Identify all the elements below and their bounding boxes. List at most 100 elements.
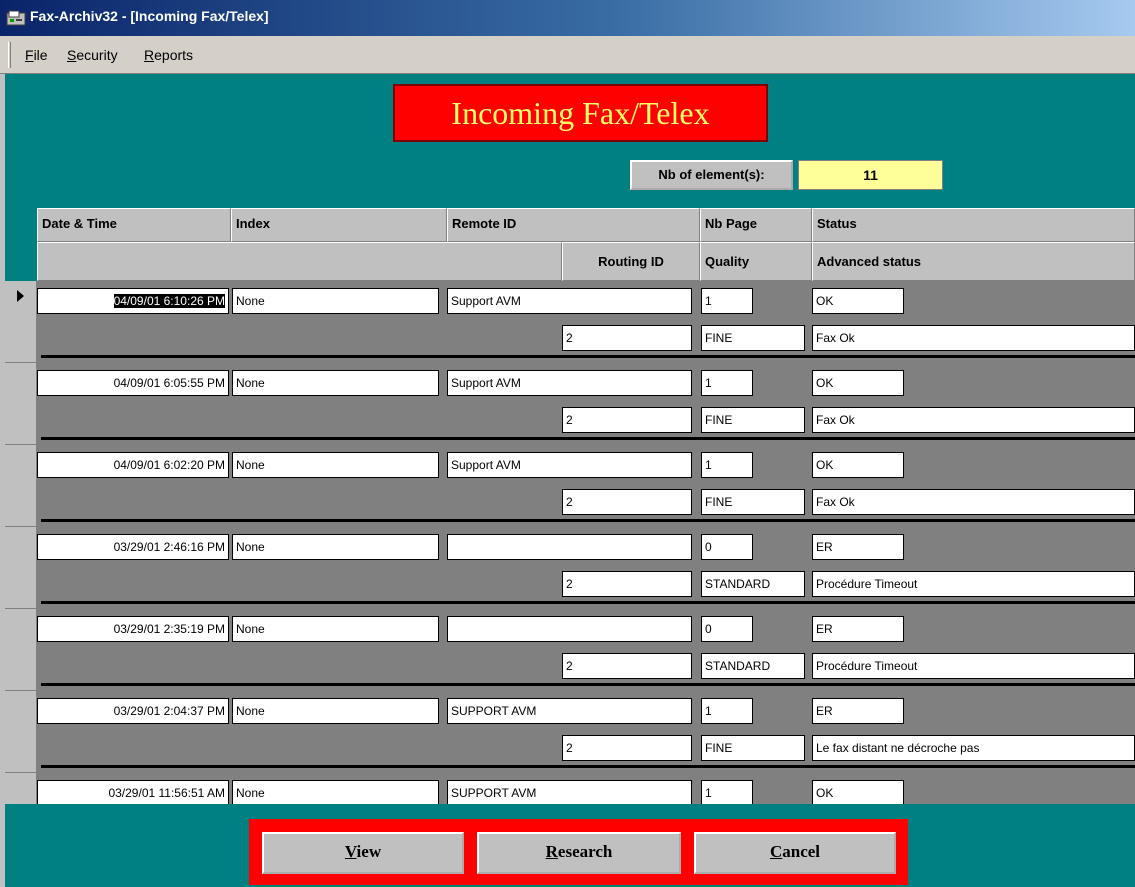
- quality-field[interactable]: FINE: [701, 489, 805, 515]
- record-selector[interactable]: [5, 609, 37, 691]
- header-status: Status: [812, 208, 1135, 242]
- title-bar: Fax-Archiv32 - [Incoming Fax/Telex]: [0, 0, 1135, 36]
- date-time-field[interactable]: 04/09/01 6:10:26 PM: [37, 288, 229, 314]
- record-separator: [41, 519, 1135, 522]
- button-bar: View Research Cancel: [249, 819, 908, 885]
- nb-page-field[interactable]: 1: [701, 452, 753, 478]
- record-selector-column: [5, 281, 37, 804]
- current-record-arrow-icon: [17, 290, 24, 302]
- record-row: 03/29/01 2:35:19 PM None 0 ER 2 STANDARD Procé…: [37, 609, 1135, 691]
- header-remote-id: Remote ID: [447, 208, 700, 242]
- nb-page-field[interactable]: 1: [701, 288, 753, 314]
- remote-id-field[interactable]: Support AVM: [447, 452, 692, 478]
- date-time-value: 03/29/01 2:35:19 PM: [113, 622, 225, 636]
- quality-field[interactable]: FINE: [701, 325, 805, 351]
- advanced-status-field[interactable]: Le fax distant ne décroche pas: [812, 735, 1135, 761]
- advanced-status-field[interactable]: Fax Ok: [812, 489, 1135, 515]
- index-field[interactable]: None: [232, 534, 439, 560]
- remote-id-field[interactable]: Support AVM: [447, 370, 692, 396]
- routing-id-field[interactable]: 2: [562, 407, 692, 433]
- status-field[interactable]: OK: [812, 780, 904, 804]
- advanced-status-field[interactable]: Fax Ok: [812, 407, 1135, 433]
- status-field[interactable]: OK: [812, 370, 904, 396]
- header-spacer: [37, 242, 562, 281]
- count-value: 11: [798, 160, 943, 190]
- routing-id-field[interactable]: 2: [562, 653, 692, 679]
- date-time-value: 03/29/01 11:56:51 AM: [108, 786, 225, 800]
- column-headers: Date & Time Index Remote ID Nb Page Stat…: [37, 208, 1135, 281]
- record-row: 04/09/01 6:02:20 PM None Support AVM 1 OK 2 FI…: [37, 445, 1135, 527]
- record-separator: [41, 683, 1135, 686]
- index-field[interactable]: None: [232, 452, 439, 478]
- quality-field[interactable]: FINE: [701, 735, 805, 761]
- date-time-field[interactable]: 03/29/01 2:04:37 PM: [37, 698, 229, 724]
- menu-reports[interactable]: Reports: [144, 47, 193, 63]
- index-field[interactable]: None: [232, 616, 439, 642]
- routing-id-field[interactable]: 2: [562, 325, 692, 351]
- date-time-value: 04/09/01 6:05:55 PM: [113, 376, 225, 390]
- window-title: Fax-Archiv32 - [Incoming Fax/Telex]: [30, 8, 269, 24]
- index-field[interactable]: None: [232, 698, 439, 724]
- date-time-field[interactable]: 03/29/01 2:35:19 PM: [37, 616, 229, 642]
- record-separator: [41, 601, 1135, 604]
- header-advanced-status: Advanced status: [812, 242, 1135, 281]
- nb-page-field[interactable]: 1: [701, 370, 753, 396]
- date-time-field[interactable]: 03/29/01 11:56:51 AM: [37, 780, 229, 804]
- date-time-field[interactable]: 03/29/01 2:46:16 PM: [37, 534, 229, 560]
- record-selector[interactable]: [5, 281, 37, 363]
- cancel-button[interactable]: Cancel: [694, 832, 896, 874]
- header-index: Index: [231, 208, 447, 242]
- record-row: 03/29/01 11:56:51 AM None SUPPORT AVM 1 OK: [37, 773, 1135, 804]
- record-separator: [41, 437, 1135, 440]
- remote-id-field[interactable]: SUPPORT AVM: [447, 698, 692, 724]
- nb-page-field[interactable]: 1: [701, 780, 753, 804]
- view-button[interactable]: View: [262, 832, 464, 874]
- date-time-value: 03/29/01 2:46:16 PM: [113, 540, 225, 554]
- menu-security[interactable]: Security: [67, 47, 118, 63]
- record-selector[interactable]: [5, 691, 37, 773]
- status-field[interactable]: ER: [812, 616, 904, 642]
- status-field[interactable]: ER: [812, 698, 904, 724]
- menu-grip: [8, 42, 11, 68]
- remote-id-field[interactable]: Support AVM: [447, 288, 692, 314]
- record-row: 04/09/01 6:05:55 PM None Support AVM 1 OK 2 FI…: [37, 363, 1135, 445]
- menu-bar: File Security Reports: [0, 36, 1135, 74]
- remote-id-field[interactable]: [447, 534, 692, 560]
- quality-field[interactable]: STANDARD: [701, 653, 805, 679]
- menu-file[interactable]: File: [25, 47, 48, 63]
- status-field[interactable]: OK: [812, 452, 904, 478]
- advanced-status-field[interactable]: Fax Ok: [812, 325, 1135, 351]
- advanced-status-field[interactable]: Procédure Timeout: [812, 571, 1135, 597]
- record-selector[interactable]: [5, 527, 37, 609]
- record-row: 03/29/01 2:46:16 PM None 0 ER 2 STANDARD Procé…: [37, 527, 1135, 609]
- remote-id-field[interactable]: [447, 616, 692, 642]
- index-field[interactable]: None: [232, 288, 439, 314]
- advanced-status-field[interactable]: Procédure Timeout: [812, 653, 1135, 679]
- index-field[interactable]: None: [232, 370, 439, 396]
- nb-page-field[interactable]: 0: [701, 616, 753, 642]
- date-time-value: 04/09/01 6:10:26 PM: [113, 294, 225, 308]
- record-separator: [41, 355, 1135, 358]
- record-selector[interactable]: [5, 445, 37, 527]
- record-row: 04/09/01 6:10:26 PM None Support AVM 1 OK 2 FI…: [37, 281, 1135, 363]
- nb-page-field[interactable]: 0: [701, 534, 753, 560]
- fax-app-icon: [6, 10, 26, 26]
- status-field[interactable]: ER: [812, 534, 904, 560]
- header-date-time: Date & Time: [37, 208, 231, 242]
- routing-id-field[interactable]: 2: [562, 735, 692, 761]
- routing-id-field[interactable]: 2: [562, 489, 692, 515]
- date-time-field[interactable]: 04/09/01 6:05:55 PM: [37, 370, 229, 396]
- record-selector[interactable]: [5, 363, 37, 445]
- header-routing-id: Routing ID: [562, 242, 700, 281]
- quality-field[interactable]: FINE: [701, 407, 805, 433]
- record-selector[interactable]: [5, 773, 37, 804]
- header-quality: Quality: [700, 242, 812, 281]
- research-button[interactable]: Research: [477, 832, 681, 874]
- remote-id-field[interactable]: SUPPORT AVM: [447, 780, 692, 804]
- quality-field[interactable]: STANDARD: [701, 571, 805, 597]
- nb-page-field[interactable]: 1: [701, 698, 753, 724]
- routing-id-field[interactable]: 2: [562, 571, 692, 597]
- status-field[interactable]: OK: [812, 288, 904, 314]
- index-field[interactable]: None: [232, 780, 439, 804]
- date-time-field[interactable]: 04/09/01 6:02:20 PM: [37, 452, 229, 478]
